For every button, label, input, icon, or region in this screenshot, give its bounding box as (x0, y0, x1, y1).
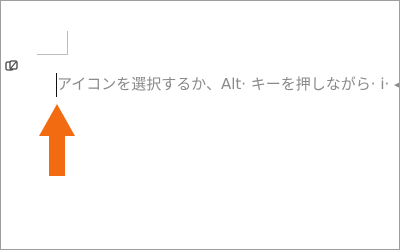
paragraph-anchor-icon-graphic (5, 60, 18, 71)
editable-text-line[interactable]: アイコンを選択するか、Alt· キーを押しながら· i· ◂ (57, 73, 399, 95)
arrow-up-icon (39, 104, 75, 176)
line-end-mark: ◂ (394, 75, 399, 93)
margin-corner-mark (37, 31, 68, 55)
margin-corner-horizontal (37, 54, 68, 55)
arrow-up-graphic (39, 104, 75, 176)
document-canvas: アイコンを選択するか、Alt· キーを押しながら· i· ◂ (0, 0, 400, 250)
margin-corner-vertical (67, 31, 68, 55)
paragraph-anchor-icon[interactable] (5, 59, 19, 71)
placeholder-text: アイコンを選択するか、Alt· キーを押しながら· i· (57, 75, 395, 93)
